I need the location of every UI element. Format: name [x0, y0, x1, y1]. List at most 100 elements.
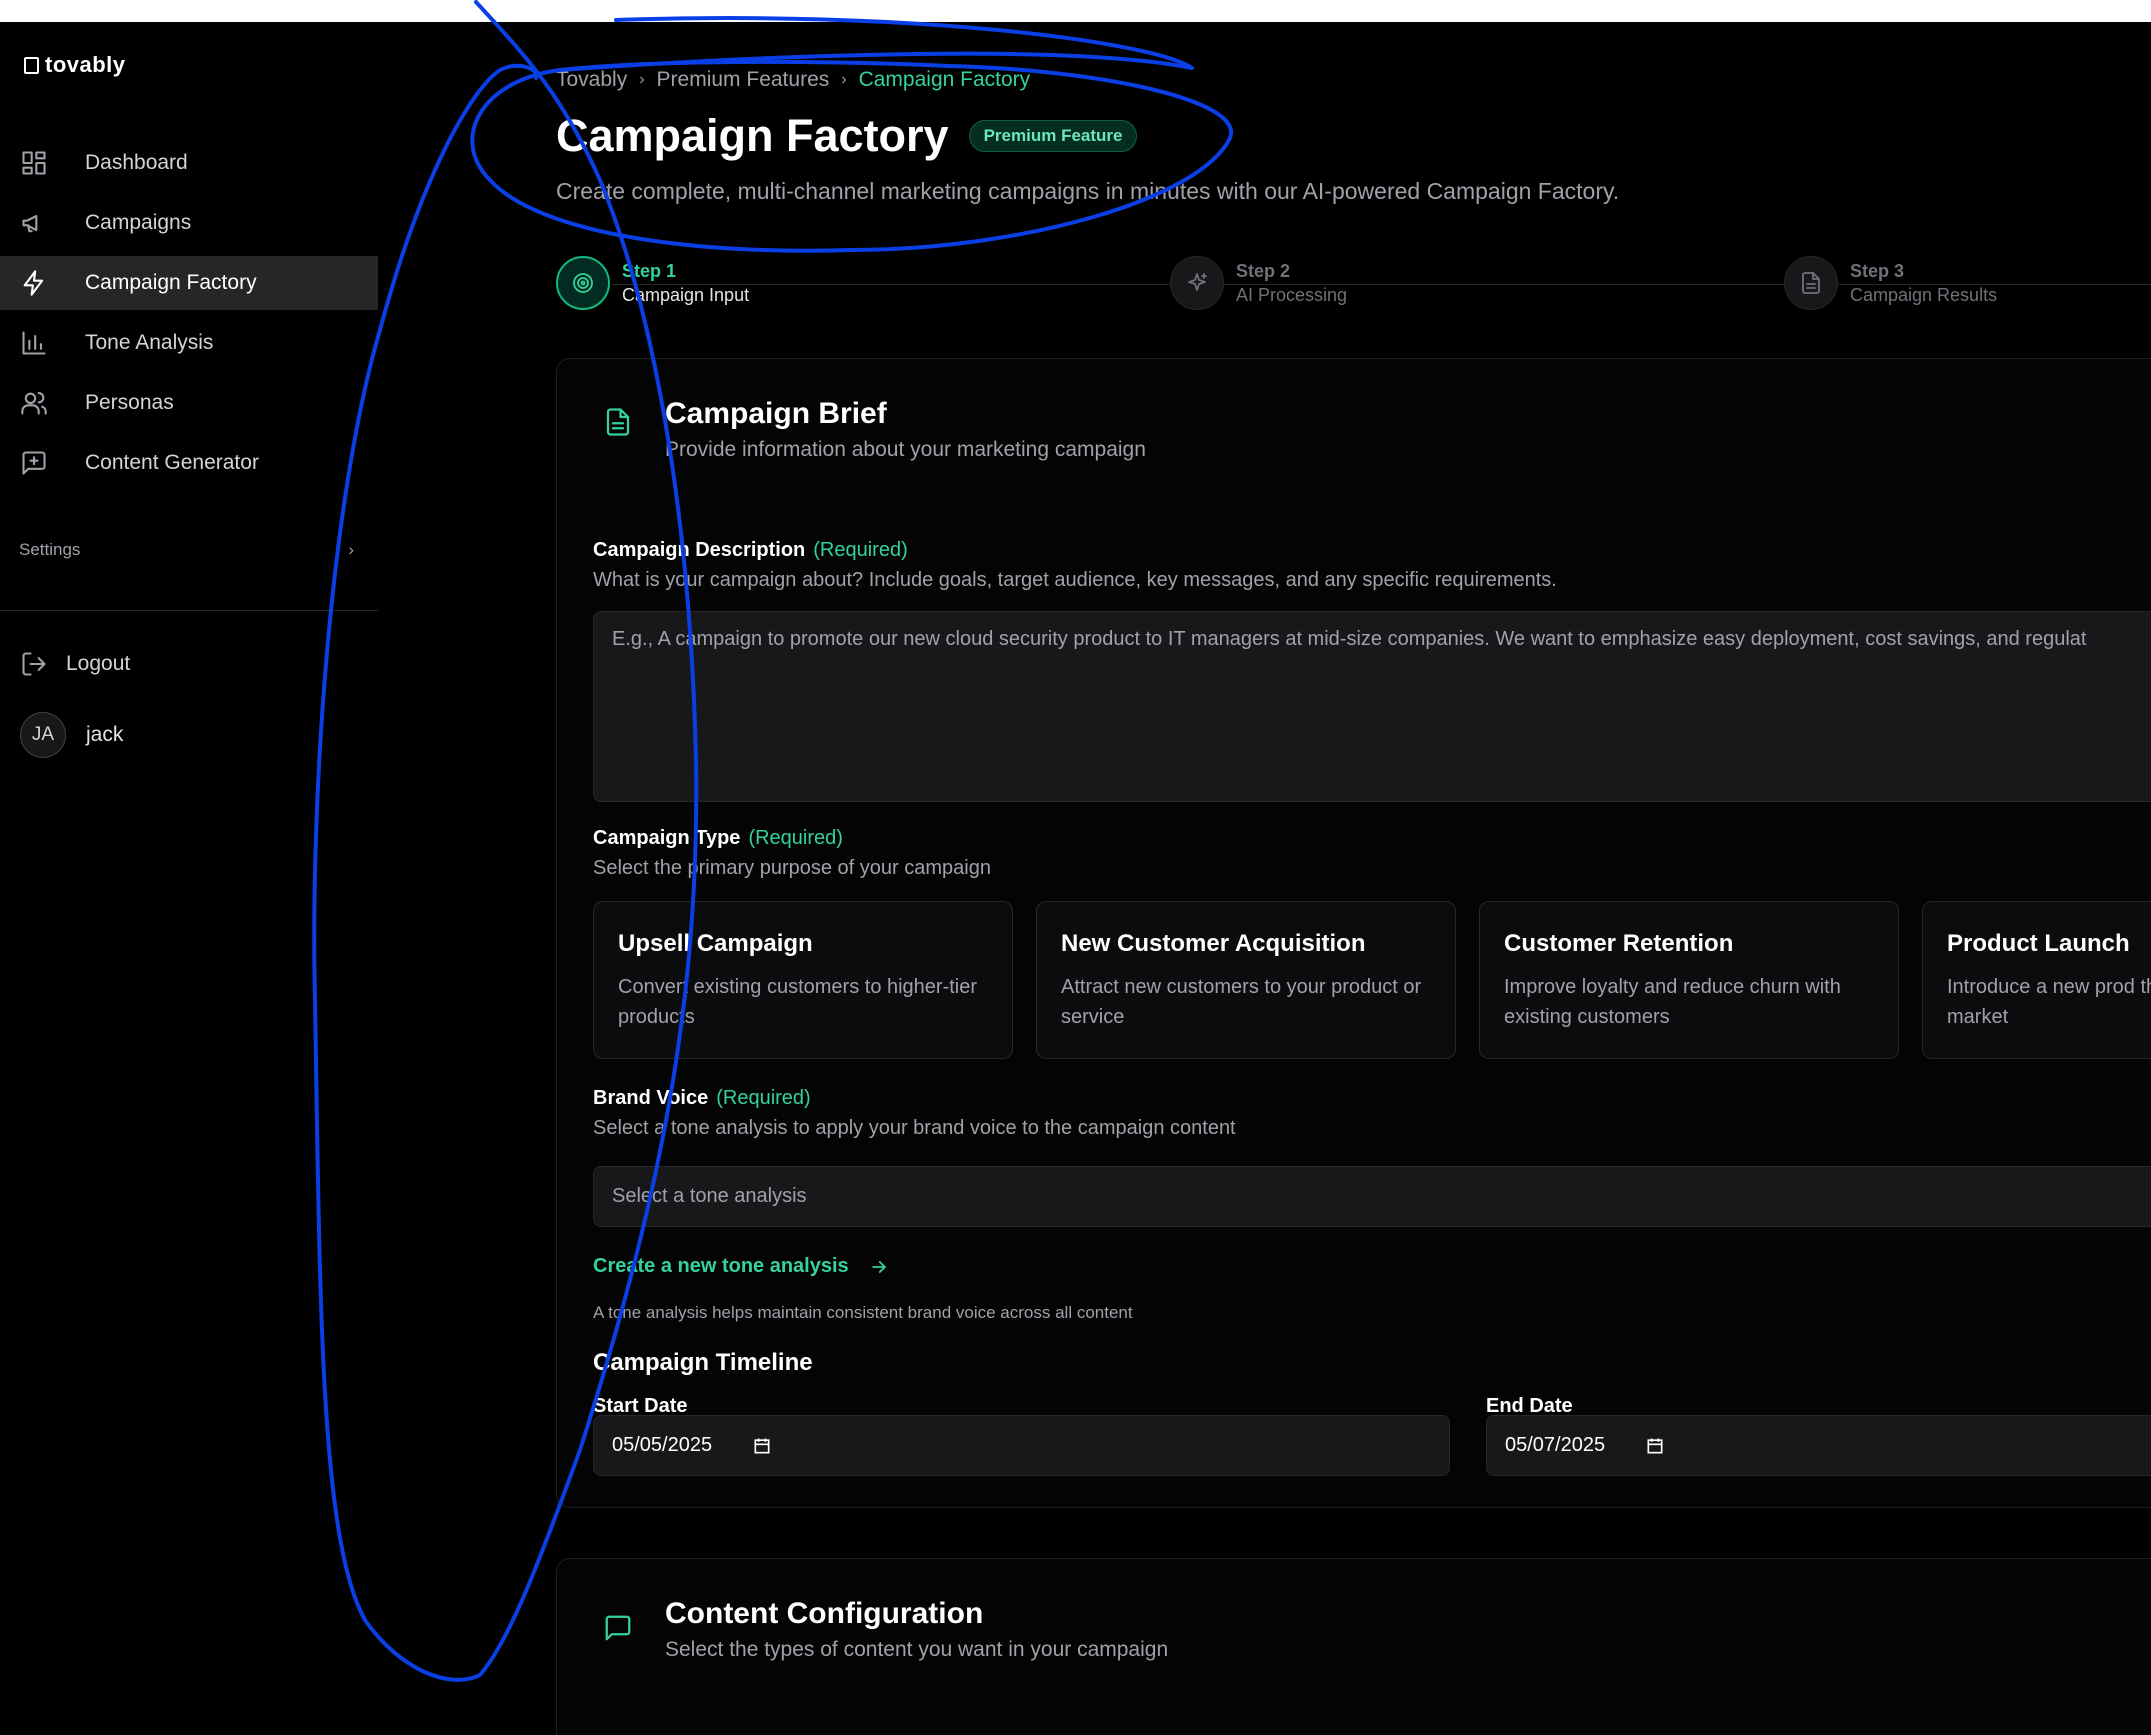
- chevron-right-icon: ›: [639, 71, 645, 88]
- type-option-acquisition[interactable]: New Customer Acquisition Attract new cus…: [1036, 901, 1456, 1059]
- option-title: Product Launch: [1947, 930, 2130, 957]
- field-label: Campaign Description: [593, 539, 806, 561]
- required-tag: (Required): [813, 539, 908, 561]
- create-tone-analysis-link[interactable]: Create a new tone analysis: [593, 1255, 889, 1278]
- card-subtitle: Provide information about your marketing…: [665, 438, 1146, 461]
- sidebar-item-campaigns[interactable]: Campaigns: [0, 196, 378, 250]
- step-number: Step 2: [1236, 260, 1291, 281]
- calendar-icon[interactable]: [752, 1436, 772, 1456]
- sidebar-item-label: Personas: [85, 391, 174, 414]
- option-description: Convert existing customers to higher-tie…: [618, 976, 978, 1028]
- message-plus-icon: [22, 451, 46, 475]
- logout-label: Logout: [66, 652, 131, 675]
- logout-button[interactable]: Logout: [20, 650, 130, 678]
- end-date-input[interactable]: 05/07/2025: [1486, 1415, 2151, 1476]
- card-title: Campaign Brief: [665, 397, 887, 430]
- field-label: Brand Voice: [593, 1087, 709, 1109]
- tone-analysis-note: A tone analysis helps maintain consisten…: [593, 1303, 1133, 1322]
- sparkles-icon: [1188, 273, 1207, 291]
- step-indicator: [1170, 256, 1224, 310]
- document-icon: [1802, 272, 1820, 294]
- calendar-icon[interactable]: [1645, 1436, 1665, 1456]
- required-tag: (Required): [748, 827, 843, 849]
- message-icon: [605, 1615, 631, 1641]
- option-description: Improve loyalty and reduce churn with ex…: [1504, 976, 1841, 1028]
- step-campaign-results[interactable]: Step 3 Campaign Results: [1784, 256, 1997, 310]
- document-icon: [606, 408, 630, 436]
- card-subtitle: Select the types of content you want in …: [665, 1638, 1169, 1661]
- user-profile[interactable]: JA jack: [20, 712, 123, 758]
- type-option-retention[interactable]: Customer Retention Improve loyalty and r…: [1479, 901, 1899, 1059]
- bar-chart-icon: [22, 331, 46, 355]
- brand-voice-help: Select a tone analysis to apply your bra…: [593, 1117, 1236, 1139]
- step-ai-processing[interactable]: Step 2 AI Processing: [1170, 256, 1347, 310]
- option-title: Upsell Campaign: [618, 930, 813, 957]
- dashboard-icon: [22, 151, 46, 175]
- browser-top-strip: [0, 0, 2151, 22]
- date-value: 05/05/2025: [612, 1434, 713, 1456]
- page-subtitle: Create complete, multi-channel marketing…: [556, 178, 1620, 204]
- option-description: Attract new customers to your product or…: [1061, 976, 1422, 1028]
- brand-voice-label: Brand Voice (Required): [593, 1087, 811, 1110]
- lightning-icon: [23, 270, 44, 296]
- stepper: Step 1 Campaign Input Step 2 AI Processi…: [556, 256, 2151, 314]
- logo[interactable]: tovably: [24, 52, 126, 78]
- sidebar-item-label: Tone Analysis: [85, 331, 214, 354]
- sidebar-item-content-generator[interactable]: Content Generator: [0, 436, 378, 490]
- sidebar-divider: [0, 610, 378, 611]
- sidebar-item-campaign-factory[interactable]: Campaign Factory: [0, 256, 378, 310]
- step-name: AI Processing: [1236, 284, 1348, 305]
- field-label: Campaign Type: [593, 827, 741, 849]
- sidebar: tovably Dashboard Campaigns Campaign Fac…: [0, 22, 378, 1735]
- page-title: Campaign Factory: [556, 110, 949, 161]
- start-date-input[interactable]: 05/05/2025: [593, 1415, 1450, 1476]
- logout-icon: [22, 652, 46, 676]
- step-indicator: [1784, 256, 1838, 310]
- step-number: Step 1: [622, 260, 677, 281]
- option-description: Introduce a new prod the market: [1947, 976, 2151, 1028]
- card-title: Content Configuration: [665, 1597, 984, 1630]
- campaign-type-options: Upsell Campaign Convert existing custome…: [593, 901, 2151, 1059]
- sidebar-nav: Dashboard Campaigns Campaign Factory Ton…: [0, 136, 378, 496]
- avatar: JA: [20, 712, 66, 758]
- campaign-description-input[interactable]: E.g., A campaign to promote our new clou…: [593, 611, 2151, 802]
- step-campaign-input[interactable]: Step 1 Campaign Input: [556, 256, 749, 310]
- user-name: jack: [86, 723, 124, 746]
- sidebar-item-tone-analysis[interactable]: Tone Analysis: [0, 316, 378, 370]
- description-label: Campaign Description (Required): [593, 539, 908, 562]
- step-name: Campaign Input: [622, 284, 750, 305]
- page-header: Campaign Factory Premium Feature: [556, 110, 1138, 162]
- content-configuration-card: Content Configuration Select the types o…: [556, 1558, 2151, 1735]
- type-option-product-launch[interactable]: Product Launch Introduce a new prod the …: [1922, 901, 2151, 1059]
- option-title: New Customer Acquisition: [1061, 930, 1366, 957]
- breadcrumb-item[interactable]: Premium Features: [657, 68, 830, 92]
- settings-label: Settings: [19, 540, 81, 559]
- breadcrumb: Tovably › Premium Features › Campaign Fa…: [556, 68, 1030, 92]
- description-help: What is your campaign about? Include goa…: [593, 569, 1557, 591]
- sidebar-item-dashboard[interactable]: Dashboard: [0, 136, 378, 190]
- tone-analysis-select[interactable]: Select a tone analysis: [593, 1166, 2151, 1227]
- megaphone-icon: [22, 214, 38, 233]
- chevron-right-icon: ›: [348, 540, 354, 559]
- sidebar-item-label: Content Generator: [85, 451, 259, 474]
- sidebar-item-personas[interactable]: Personas: [0, 376, 378, 430]
- settings-toggle[interactable]: Settings ›: [19, 540, 354, 560]
- chevron-right-icon: ›: [841, 71, 847, 88]
- target-icon: [573, 273, 593, 293]
- date-value: 05/07/2025: [1505, 1434, 1606, 1456]
- logo-text: tovably: [45, 52, 126, 77]
- sidebar-item-label: Dashboard: [85, 151, 188, 174]
- timeline-title: Campaign Timeline: [593, 1349, 813, 1376]
- required-tag: (Required): [716, 1087, 811, 1109]
- premium-badge: Premium Feature: [968, 120, 1138, 152]
- step-name: Campaign Results: [1850, 284, 1998, 305]
- option-title: Customer Retention: [1504, 930, 1734, 957]
- link-label: Create a new tone analysis: [593, 1255, 849, 1277]
- logo-mark-icon: [24, 56, 39, 74]
- arrow-right-icon: [871, 1260, 886, 1273]
- breadcrumb-item[interactable]: Tovably: [556, 68, 627, 92]
- type-option-upsell[interactable]: Upsell Campaign Convert existing custome…: [593, 901, 1013, 1059]
- users-icon: [21, 392, 47, 415]
- campaign-brief-card: Campaign Brief Provide information about…: [556, 358, 2151, 1508]
- step-number: Step 3: [1850, 260, 1905, 281]
